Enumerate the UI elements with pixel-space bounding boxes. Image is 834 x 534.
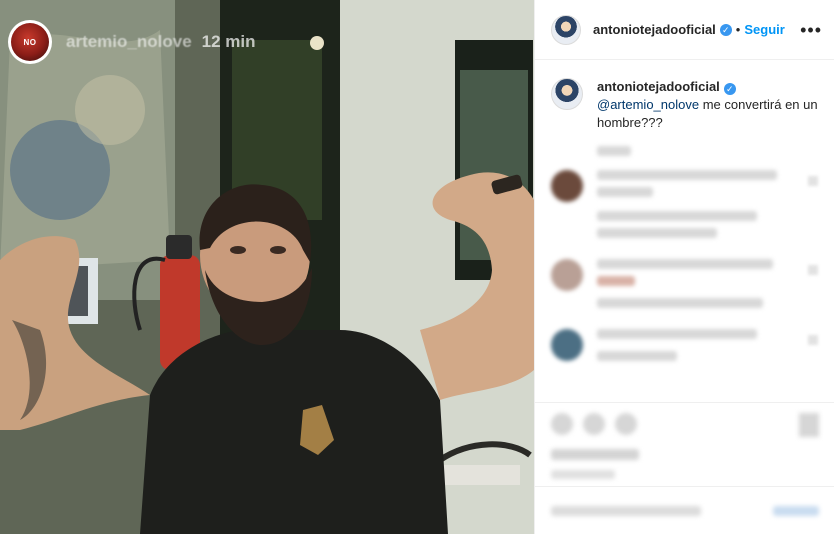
blurred-text [597, 187, 653, 197]
comment-input[interactable] [551, 505, 701, 516]
comment-avatar[interactable] [551, 259, 583, 291]
like-icon[interactable] [551, 413, 573, 435]
share-icon[interactable] [615, 413, 637, 435]
verified-badge-icon: ✓ [723, 83, 736, 95]
add-comment-bar [535, 486, 834, 534]
comment-item [551, 329, 818, 368]
post-date-blurred [551, 470, 615, 479]
comment-like-icon[interactable] [808, 176, 818, 186]
save-icon[interactable] [799, 413, 819, 437]
blurred-timestamp [597, 146, 631, 156]
blurred-meta [597, 228, 717, 238]
caption-avatar[interactable] [551, 78, 583, 110]
blurred-text [597, 276, 635, 286]
comment-icon[interactable] [583, 413, 605, 435]
comment-like-icon[interactable] [808, 335, 818, 345]
comment-avatar[interactable] [551, 170, 583, 202]
post-sidebar: antoniotejadooficial ✓ • Seguir ••• anto… [534, 0, 834, 534]
comment-body-blurred [597, 259, 800, 315]
story-avatar-image: NO [11, 23, 49, 61]
story-username[interactable]: artemio_nolove [66, 32, 192, 52]
comment-item [551, 170, 818, 245]
blurred-meta [597, 351, 677, 361]
likes-count-blurred[interactable] [551, 449, 639, 460]
story-header: NO artemio_nolove 12 min [8, 20, 256, 64]
verified-badge-icon: ✓ [719, 23, 732, 36]
follow-button[interactable]: Seguir [744, 22, 784, 37]
more-options-icon[interactable]: ••• [800, 21, 822, 39]
blurred-meta [597, 211, 757, 221]
author-username[interactable]: antoniotejadooficial [593, 22, 716, 37]
instagram-post: NO artemio_nolove 12 min antoniotejadoof… [0, 0, 834, 534]
comment-body-blurred [597, 329, 800, 368]
story-time: 12 min [201, 32, 256, 51]
comment-avatar[interactable] [551, 329, 583, 361]
blurred-text [597, 259, 773, 269]
caption-mention[interactable]: @artemio_nolove [597, 97, 699, 112]
comments-list[interactable]: antoniotejadooficial ✓ @artemio_nolove me… [535, 60, 834, 368]
caption-username[interactable]: antoniotejadooficial [597, 79, 720, 94]
blurred-text [597, 170, 777, 180]
post-caption: antoniotejadooficial ✓ @artemio_nolove me… [551, 78, 818, 132]
blurred-text [597, 329, 757, 339]
post-actions [535, 402, 834, 489]
story-avatar[interactable]: NO [8, 20, 52, 64]
author-avatar[interactable] [551, 14, 581, 45]
header-separator: • [735, 22, 741, 37]
blurred-meta [597, 298, 763, 308]
action-icons [551, 413, 819, 437]
media-illustration [0, 0, 534, 534]
comment-like-icon[interactable] [808, 265, 818, 275]
post-comment-button[interactable] [773, 505, 819, 516]
post-media[interactable]: NO artemio_nolove 12 min [0, 0, 534, 534]
comment-item [551, 259, 818, 315]
comment-body-blurred [597, 170, 800, 245]
caption-text: antoniotejadooficial ✓ @artemio_nolove me… [597, 78, 818, 132]
post-header: antoniotejadooficial ✓ • Seguir ••• [535, 0, 834, 60]
